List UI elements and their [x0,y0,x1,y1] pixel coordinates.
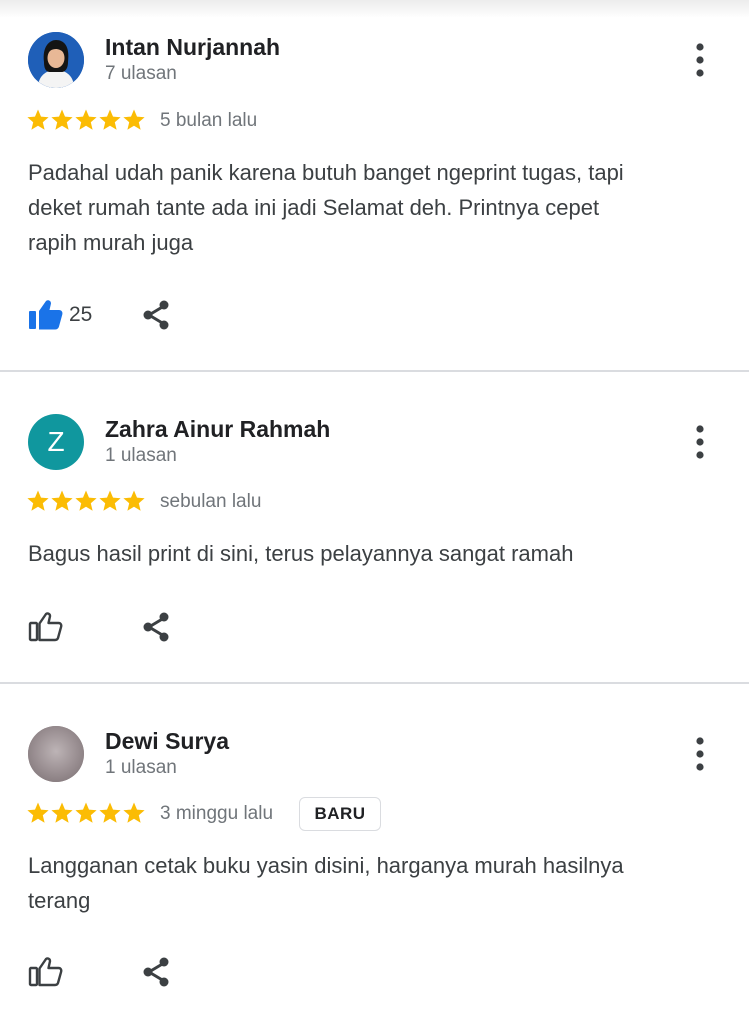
review-text: Langganan cetak buku yasin disini, harga… [28,848,718,918]
review-text-line: terang [28,888,91,913]
thumbs-up-icon[interactable] [28,299,64,331]
star-icon [75,802,97,823]
review-date: 5 bulan lalu [160,110,258,131]
more-vertical-icon[interactable] [690,43,710,77]
star-rating [26,489,146,513]
review-text-line: Bagus hasil print di sini, terus pelayan… [28,541,574,566]
star-icon [99,490,121,511]
review-card: Intan Nurjannah 7 ulasan 5 bulan lalu Pa… [0,0,749,371]
share-icon[interactable] [141,299,173,331]
more-vertical-icon[interactable] [690,737,710,771]
review-count: 7 ulasan [105,63,177,84]
avatar[interactable] [28,726,84,782]
star-icon [51,109,73,130]
star-icon [123,490,145,511]
review-date: 3 minggu lalu [160,803,274,824]
avatar[interactable] [28,32,84,88]
star-icon [75,109,97,130]
review-card: Z Zahra Ainur Rahmah 1 ulasan sebulan la… [0,372,749,683]
review-count: 1 ulasan [105,757,177,778]
new-badge: BARU [299,797,381,831]
reviewer-name[interactable]: Dewi Surya [105,728,229,755]
review-date: sebulan lalu [160,491,262,512]
star-icon [123,802,145,823]
more-vertical-icon[interactable] [690,425,710,459]
like-count: 25 [69,303,93,326]
avatar[interactable]: Z [28,414,84,470]
star-icon [27,490,49,511]
star-rating [26,108,146,132]
thumbs-up-icon[interactable] [28,611,64,643]
review-text: Bagus hasil print di sini, terus pelayan… [28,536,718,571]
star-icon [123,109,145,130]
star-icon [27,802,49,823]
reviewer-name[interactable]: Zahra Ainur Rahmah [105,416,330,443]
blurred-photo-icon [28,726,84,782]
reviewer-name[interactable]: Intan Nurjannah [105,34,280,61]
star-icon [75,490,97,511]
star-icon [99,802,121,823]
review-text-line: deket rumah tante ada ini jadi Selamat d… [28,195,600,220]
reviews-page: Intan Nurjannah 7 ulasan 5 bulan lalu Pa… [0,0,749,1024]
star-rating [26,801,146,825]
star-icon [51,802,73,823]
review-card: Dewi Surya 1 ulasan 3 minggu lalu BARU L… [0,684,749,1024]
review-text-line: rapih murah juga [28,230,194,255]
photo-icon [28,32,84,88]
star-icon [99,109,121,130]
share-icon[interactable] [141,611,173,643]
review-text-line: Padahal udah panik karena butuh banget n… [28,160,624,185]
star-icon [27,109,49,130]
share-icon[interactable] [141,956,173,988]
review-text: Padahal udah panik karena butuh banget n… [28,155,718,260]
star-icon [51,490,73,511]
thumbs-up-icon[interactable] [28,956,64,988]
review-text-line: Langganan cetak buku yasin disini, harga… [28,853,624,878]
review-count: 1 ulasan [105,445,177,466]
